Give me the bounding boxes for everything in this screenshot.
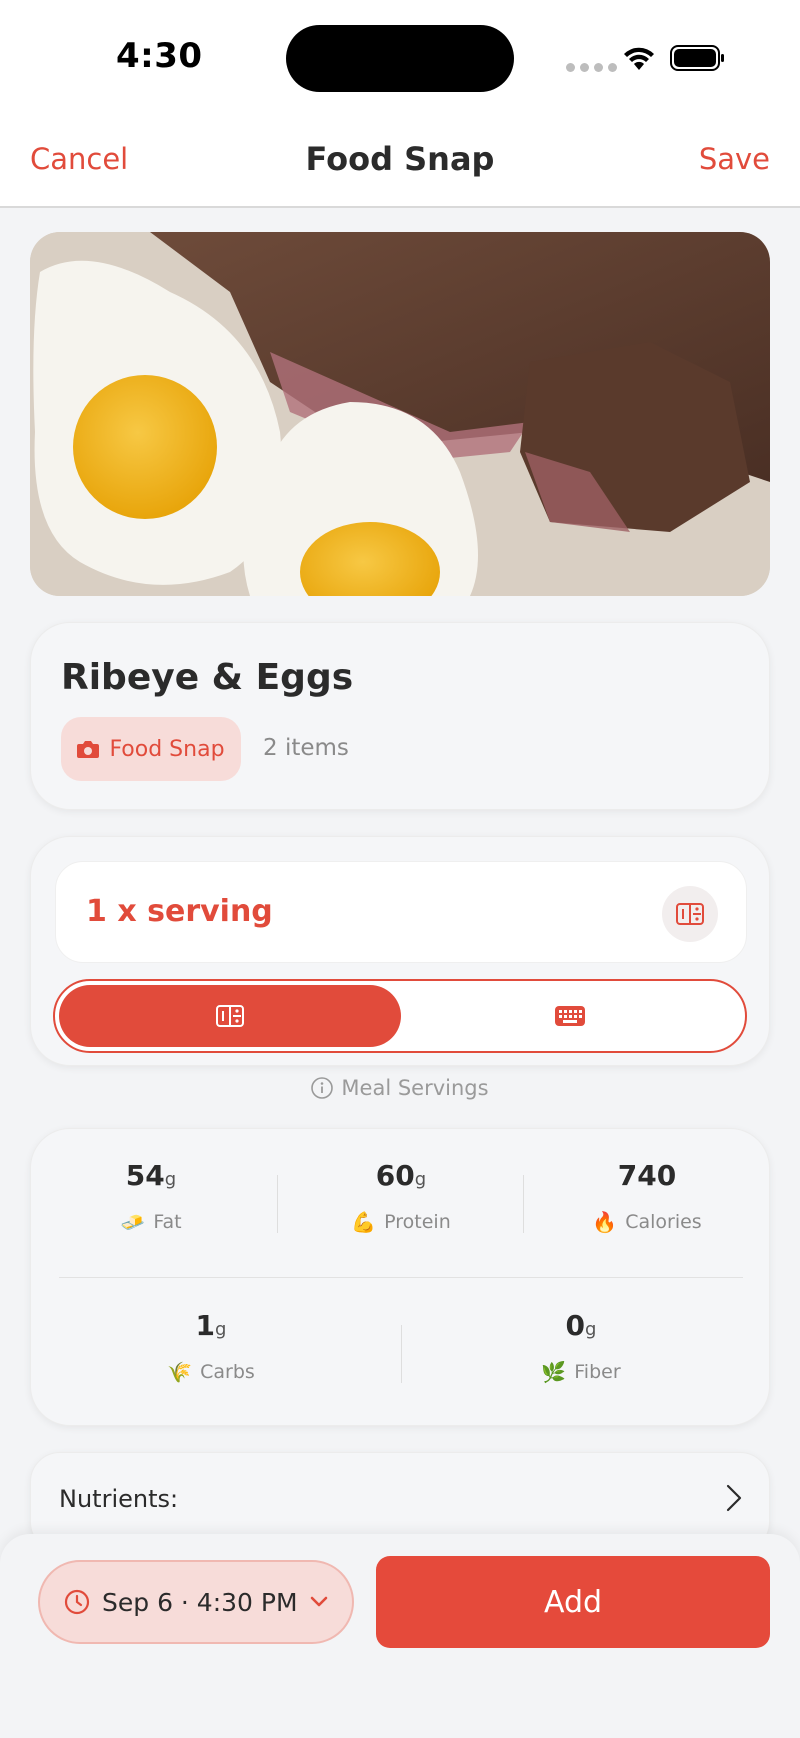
date-time-picker[interactable]: Sep 6 · 4:30 PM bbox=[38, 1560, 354, 1644]
fiber-label: Fiber bbox=[574, 1361, 621, 1383]
meal-servings-hint-label: Meal Servings bbox=[341, 1076, 489, 1100]
add-button[interactable]: Add bbox=[376, 1556, 770, 1648]
macro-carbs: 1g 🌾 Carbs bbox=[111, 1309, 311, 1384]
wheat-icon: 🌾 bbox=[167, 1360, 193, 1384]
fraction-icon bbox=[216, 1005, 244, 1027]
butter-icon: 🧈 bbox=[120, 1210, 146, 1234]
chevron-down-icon bbox=[310, 1596, 327, 1607]
serving-field[interactable]: 1 x serving bbox=[55, 861, 747, 963]
macro-calories: 740 🔥 Calories bbox=[547, 1159, 747, 1234]
clock-icon bbox=[64, 1589, 90, 1615]
page-title: Food Snap bbox=[305, 140, 495, 178]
meal-servings-hint[interactable]: Meal Servings bbox=[0, 1076, 800, 1100]
date-time-label: Sep 6 · 4:30 PM bbox=[102, 1587, 298, 1617]
meal-name: Ribeye & Eggs bbox=[61, 657, 354, 698]
macros-card: 54g 🧈 Fat 60g 💪 Protein 740 🔥 Calories 1g 🌾… bbox=[30, 1128, 770, 1426]
wifi-icon bbox=[624, 47, 654, 70]
fat-value: 54 bbox=[125, 1159, 165, 1192]
calories-value: 740 bbox=[617, 1159, 677, 1192]
source-chip: Food Snap bbox=[61, 717, 241, 781]
nav-bar: Cancel Food Snap Save bbox=[0, 112, 800, 208]
protein-unit: g bbox=[414, 1169, 427, 1190]
keyboard-icon bbox=[555, 1006, 585, 1026]
save-button[interactable]: Save bbox=[699, 142, 770, 176]
fraction-mode-tab[interactable] bbox=[59, 985, 401, 1047]
item-count: 2 items bbox=[263, 735, 349, 761]
protein-value: 60 bbox=[375, 1159, 415, 1192]
leaf-icon: 🌿 bbox=[541, 1360, 567, 1384]
fiber-value: 0 bbox=[565, 1309, 586, 1342]
fat-label: Fat bbox=[153, 1211, 182, 1233]
nutrients-label: Nutrients: bbox=[59, 1485, 179, 1513]
protein-label: Protein bbox=[384, 1211, 451, 1233]
fraction-icon bbox=[676, 903, 704, 925]
divider bbox=[401, 1325, 402, 1383]
chevron-right-icon bbox=[726, 1484, 742, 1512]
battery-icon bbox=[670, 45, 724, 71]
fat-unit: g bbox=[164, 1169, 177, 1190]
serving-mode-toggle bbox=[53, 979, 747, 1053]
serving-value: 1 x serving bbox=[86, 894, 273, 929]
cellular-signal-icon bbox=[566, 63, 617, 72]
food-photo bbox=[30, 232, 770, 596]
status-time: 4:30 bbox=[116, 36, 203, 76]
carbs-value: 1 bbox=[195, 1309, 216, 1342]
macro-fat: 54g 🧈 Fat bbox=[51, 1159, 251, 1234]
carbs-label: Carbs bbox=[200, 1361, 255, 1383]
divider bbox=[523, 1175, 524, 1233]
serving-card: 1 x serving bbox=[30, 836, 770, 1066]
macro-protein: 60g 💪 Protein bbox=[301, 1159, 501, 1234]
calories-label: Calories bbox=[625, 1211, 702, 1233]
flexed-biceps-icon: 💪 bbox=[351, 1210, 377, 1234]
status-bar: 4:30 bbox=[0, 0, 800, 112]
source-chip-label: Food Snap bbox=[109, 736, 225, 762]
divider bbox=[277, 1175, 278, 1233]
fire-icon: 🔥 bbox=[592, 1210, 618, 1234]
info-icon bbox=[311, 1077, 334, 1099]
camera-icon bbox=[77, 741, 100, 758]
fraction-picker-button[interactable] bbox=[662, 886, 718, 942]
fiber-unit: g bbox=[585, 1319, 597, 1340]
divider bbox=[59, 1277, 743, 1278]
macro-fiber: 0g 🌿 Fiber bbox=[481, 1309, 681, 1384]
dynamic-island bbox=[286, 25, 514, 92]
keyboard-mode-tab[interactable] bbox=[399, 985, 741, 1047]
carbs-unit: g bbox=[215, 1319, 227, 1340]
bottom-action-bar: Sep 6 · 4:30 PM Add bbox=[0, 1534, 800, 1738]
meal-title-card: Ribeye & Eggs Food Snap 2 items bbox=[30, 622, 770, 810]
